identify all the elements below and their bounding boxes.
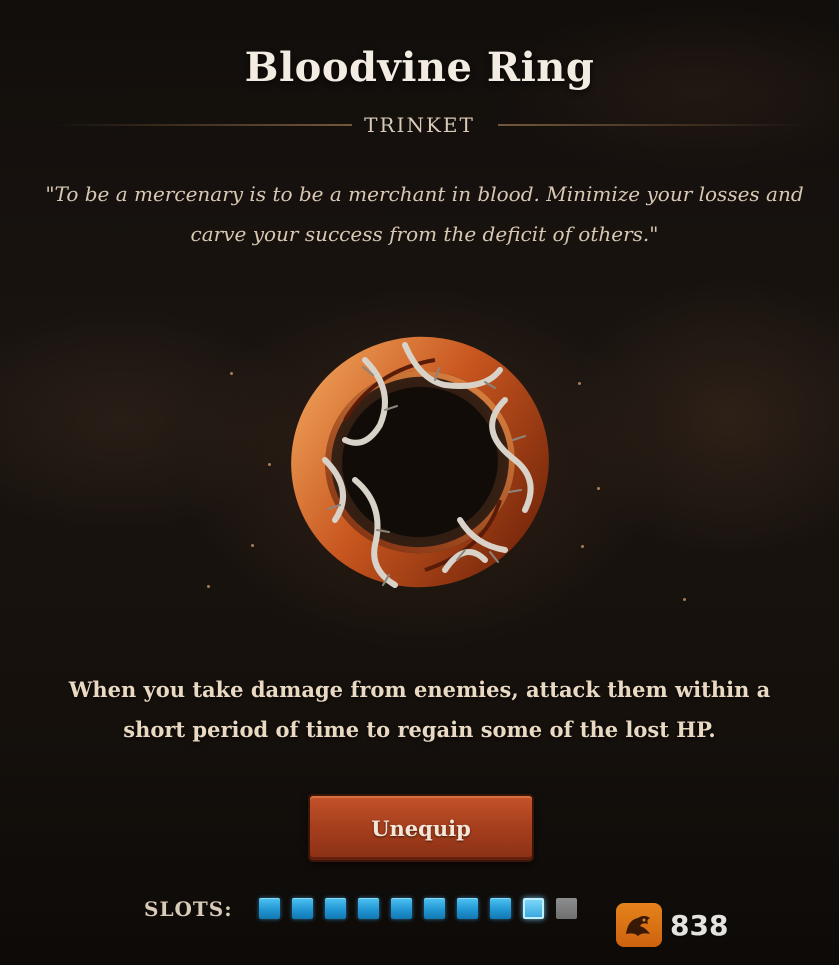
slot-filled-indicator xyxy=(391,898,412,919)
ember-particle xyxy=(578,382,581,385)
slot-filled-indicator xyxy=(424,898,445,919)
slot-filled-indicator xyxy=(292,898,313,919)
dragon-logo-icon xyxy=(616,903,662,947)
item-detail-panel: Bloodvine Ring TRINKET "To be a mercenar… xyxy=(0,0,839,965)
ember-particle xyxy=(207,585,210,588)
slot-filled-indicator xyxy=(457,898,478,919)
item-effect-description: When you take damage from enemies, attac… xyxy=(68,677,771,742)
unequip-button[interactable]: Unequip xyxy=(308,794,534,862)
item-title: Bloodvine Ring xyxy=(244,44,595,91)
ember-particle xyxy=(597,487,600,490)
ember-particle xyxy=(251,544,254,547)
item-flavor-quote: "To be a mercenary is to be a merchant i… xyxy=(45,182,804,246)
slot-filled-indicator xyxy=(523,898,544,919)
slot-filled-indicator xyxy=(259,898,280,919)
ember-particle xyxy=(268,463,271,466)
slot-filled-indicator xyxy=(325,898,346,919)
ember-particle xyxy=(683,598,686,601)
watermark-text: 838 xyxy=(670,908,729,942)
slots-label: SLOTS: xyxy=(144,897,233,921)
slot-filled-indicator xyxy=(490,898,511,919)
divider-right xyxy=(498,124,808,126)
slot-filled-indicator xyxy=(358,898,379,919)
slot-empty-indicator xyxy=(556,898,577,919)
ember-particle xyxy=(581,545,584,548)
site-watermark: 838 xyxy=(616,903,728,947)
ember-particle xyxy=(230,372,233,375)
slots-indicator xyxy=(259,898,577,919)
bloodvine-ring-icon xyxy=(290,335,550,595)
